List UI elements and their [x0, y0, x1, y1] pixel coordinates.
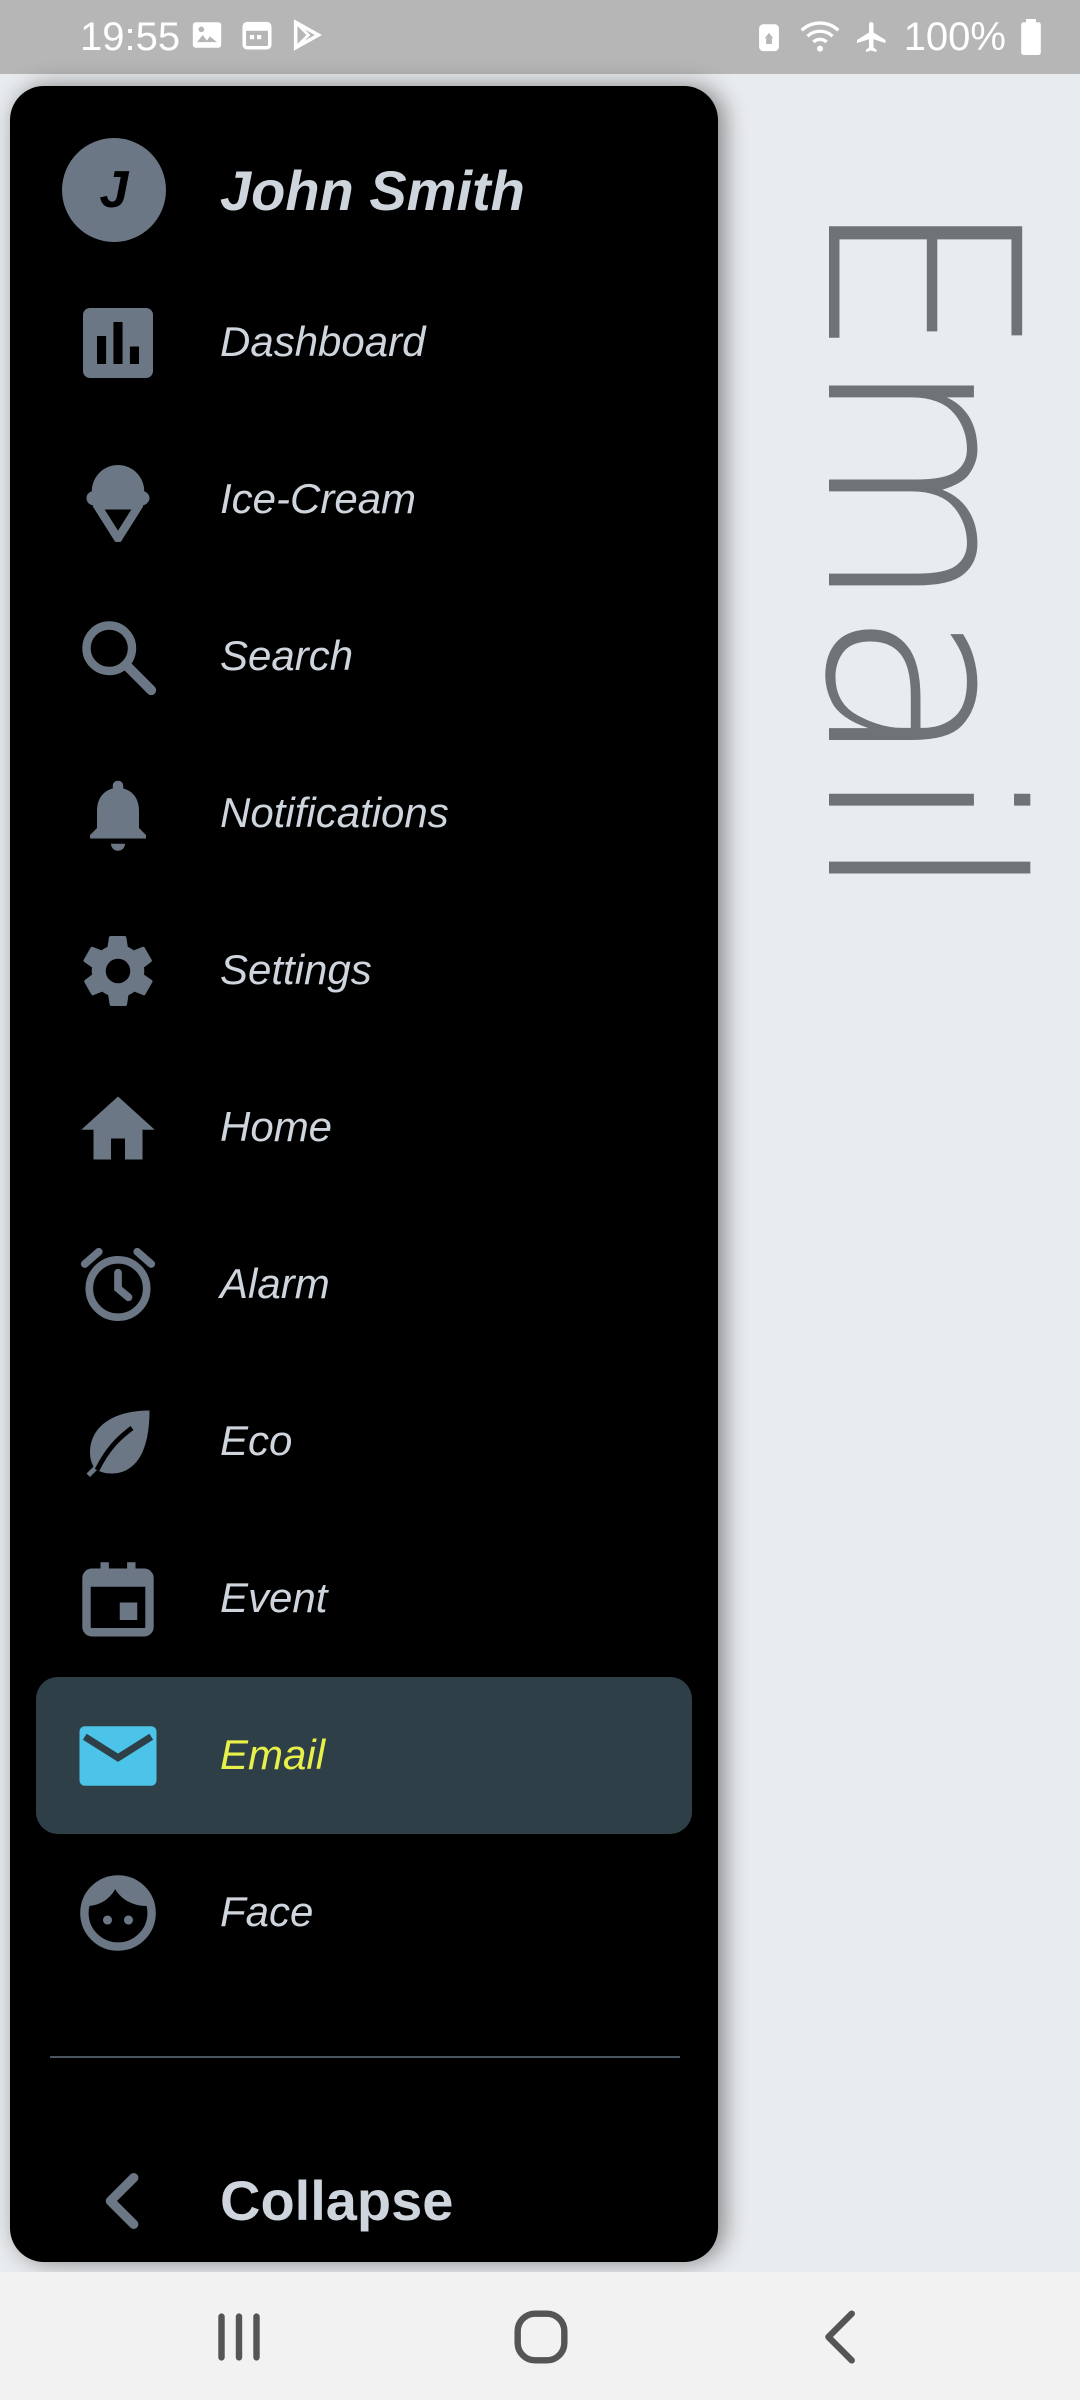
- nav-item-settings[interactable]: Settings: [36, 892, 692, 1049]
- nav-label-email: Email: [220, 1731, 326, 1778]
- leaf-icon: [86, 1410, 150, 1477]
- nav-label-event: Event: [220, 1574, 328, 1621]
- nav-label-ice-cream: Ice-Cream: [220, 475, 417, 522]
- nav-label-settings: Settings: [220, 946, 372, 993]
- nav-label-notifications: Notifications: [220, 789, 449, 836]
- bell-icon: [90, 780, 146, 851]
- status-time: 19:55: [80, 15, 181, 59]
- nav-item-home[interactable]: Home: [36, 1049, 692, 1206]
- nav-label-dashboard: Dashboard: [220, 318, 426, 365]
- status-left-icons: [190, 18, 324, 52]
- recycle-icon: [758, 24, 779, 52]
- collapse-label: Collapse: [220, 2169, 454, 2232]
- profile-header[interactable]: J John Smith: [10, 86, 718, 242]
- email-icon: [79, 1726, 157, 1786]
- drawer-divider: [50, 2056, 680, 2058]
- avatar[interactable]: J: [62, 138, 166, 242]
- home-icon: [81, 1096, 155, 1160]
- battery-icon: [1021, 19, 1041, 55]
- calendar-icon: [242, 21, 272, 50]
- system-nav-bar: [0, 2272, 1080, 2400]
- battery-percent: 100%: [903, 15, 1006, 59]
- navigation-drawer: J John Smith Dashboard Ice-Cream Search …: [10, 86, 718, 2262]
- gear-icon: [83, 936, 153, 1006]
- image-icon: [192, 22, 222, 48]
- event-icon: [82, 1562, 154, 1637]
- collapse-button[interactable]: Collapse: [10, 2146, 718, 2256]
- nav-item-face[interactable]: Face: [36, 1834, 692, 1991]
- back-icon[interactable]: [808, 2302, 878, 2372]
- nav-label-search: Search: [220, 632, 354, 679]
- alarm-icon: [80, 1247, 156, 1322]
- play-store-icon: [293, 19, 322, 51]
- search-icon: [82, 621, 157, 696]
- chevron-left-icon: [105, 2173, 139, 2229]
- recent-apps-icon[interactable]: [204, 2302, 274, 2372]
- nav-item-search[interactable]: Search: [36, 578, 692, 735]
- nav-item-notifications[interactable]: Notifications: [36, 735, 692, 892]
- nav-item-event[interactable]: Event: [36, 1520, 692, 1677]
- face-icon: [80, 1875, 156, 1951]
- status-bar: 19:55 100%: [0, 0, 1080, 74]
- nav-item-email[interactable]: Email: [36, 1677, 692, 1834]
- bar-chart-icon: [83, 308, 153, 378]
- profile-name: John Smith: [220, 159, 525, 222]
- status-right-icons: 100%: [752, 12, 1042, 62]
- nav-item-alarm[interactable]: Alarm: [36, 1206, 692, 1363]
- nav-item-dashboard[interactable]: Dashboard: [36, 264, 692, 421]
- home-nav-icon[interactable]: [506, 2302, 576, 2372]
- nav-item-ice-cream[interactable]: Ice-Cream: [36, 421, 692, 578]
- nav-label-alarm: Alarm: [220, 1260, 330, 1307]
- ice-cream-icon: [86, 465, 150, 542]
- nav-item-eco[interactable]: Eco: [36, 1363, 692, 1520]
- nav-label-face: Face: [220, 1888, 314, 1935]
- nav-label-eco: Eco: [220, 1417, 293, 1464]
- wifi-icon: [800, 21, 840, 52]
- nav-label-home: Home: [220, 1103, 333, 1150]
- airplane-icon: [856, 22, 886, 52]
- page-title: Email: [766, 194, 1074, 900]
